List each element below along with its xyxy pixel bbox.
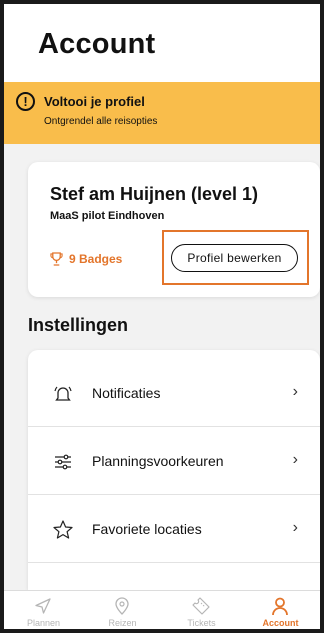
profile-organization: MaaS pilot Eindhoven xyxy=(50,210,165,222)
profile-card: Stef am Huijnen (level 1) MaaS pilot Ein… xyxy=(28,162,320,297)
person-icon xyxy=(272,597,288,616)
complete-profile-banner[interactable]: ! Voltooi je profiel Ontgrendel alle rei… xyxy=(4,82,320,144)
tab-tickets[interactable]: Tickets xyxy=(162,591,241,630)
tab-plannen[interactable]: Plannen xyxy=(4,591,83,630)
badges-link[interactable]: 9 Badges xyxy=(50,252,122,266)
setting-item-label: Favoriete locaties xyxy=(92,521,202,537)
chevron-right-icon: › xyxy=(292,383,298,400)
tab-bar: Plannen Reizen Tickets Account xyxy=(4,590,320,629)
edit-profile-button[interactable]: Profiel bewerken xyxy=(171,244,298,272)
warning-icon: ! xyxy=(16,92,35,111)
profile-name: Stef am Huijnen (level 1) xyxy=(50,184,259,204)
badges-label: 9 Badges xyxy=(69,252,123,266)
tab-label: Plannen xyxy=(26,618,61,628)
setting-item-planning-preferences[interactable]: Planningsvoorkeuren › xyxy=(28,427,320,495)
banner-subtitle: Ontgrendel alle reisopties xyxy=(44,116,158,127)
sliders-icon xyxy=(55,454,71,470)
banner-title: Voltooi je profiel xyxy=(44,94,145,109)
tab-label: Reizen xyxy=(108,618,137,628)
navigation-arrow-icon xyxy=(35,598,51,614)
setting-item-notifications[interactable]: Notificaties › xyxy=(28,359,320,427)
setting-item-label: Planningsvoorkeuren xyxy=(92,453,224,469)
page-title: Account xyxy=(38,28,156,60)
trophy-icon xyxy=(50,252,63,266)
star-icon xyxy=(53,520,73,539)
location-pin-icon xyxy=(115,597,129,615)
tab-reizen[interactable]: Reizen xyxy=(83,591,162,630)
tab-label: Account xyxy=(262,618,299,628)
header: Account xyxy=(4,4,320,82)
tab-account[interactable]: Account xyxy=(241,591,320,630)
tab-label: Tickets xyxy=(187,618,216,628)
settings-section-title: Instellingen xyxy=(28,315,129,335)
chevron-right-icon: › xyxy=(292,451,298,468)
ticket-icon xyxy=(192,597,210,615)
settings-list: Notificaties › Planningsvoorkeuren › Fav… xyxy=(28,350,320,590)
setting-item-favorite-locations[interactable]: Favoriete locaties › xyxy=(28,495,320,563)
bell-icon xyxy=(54,386,72,401)
chevron-right-icon: › xyxy=(292,519,298,536)
setting-item-label: Notificaties xyxy=(92,385,161,401)
